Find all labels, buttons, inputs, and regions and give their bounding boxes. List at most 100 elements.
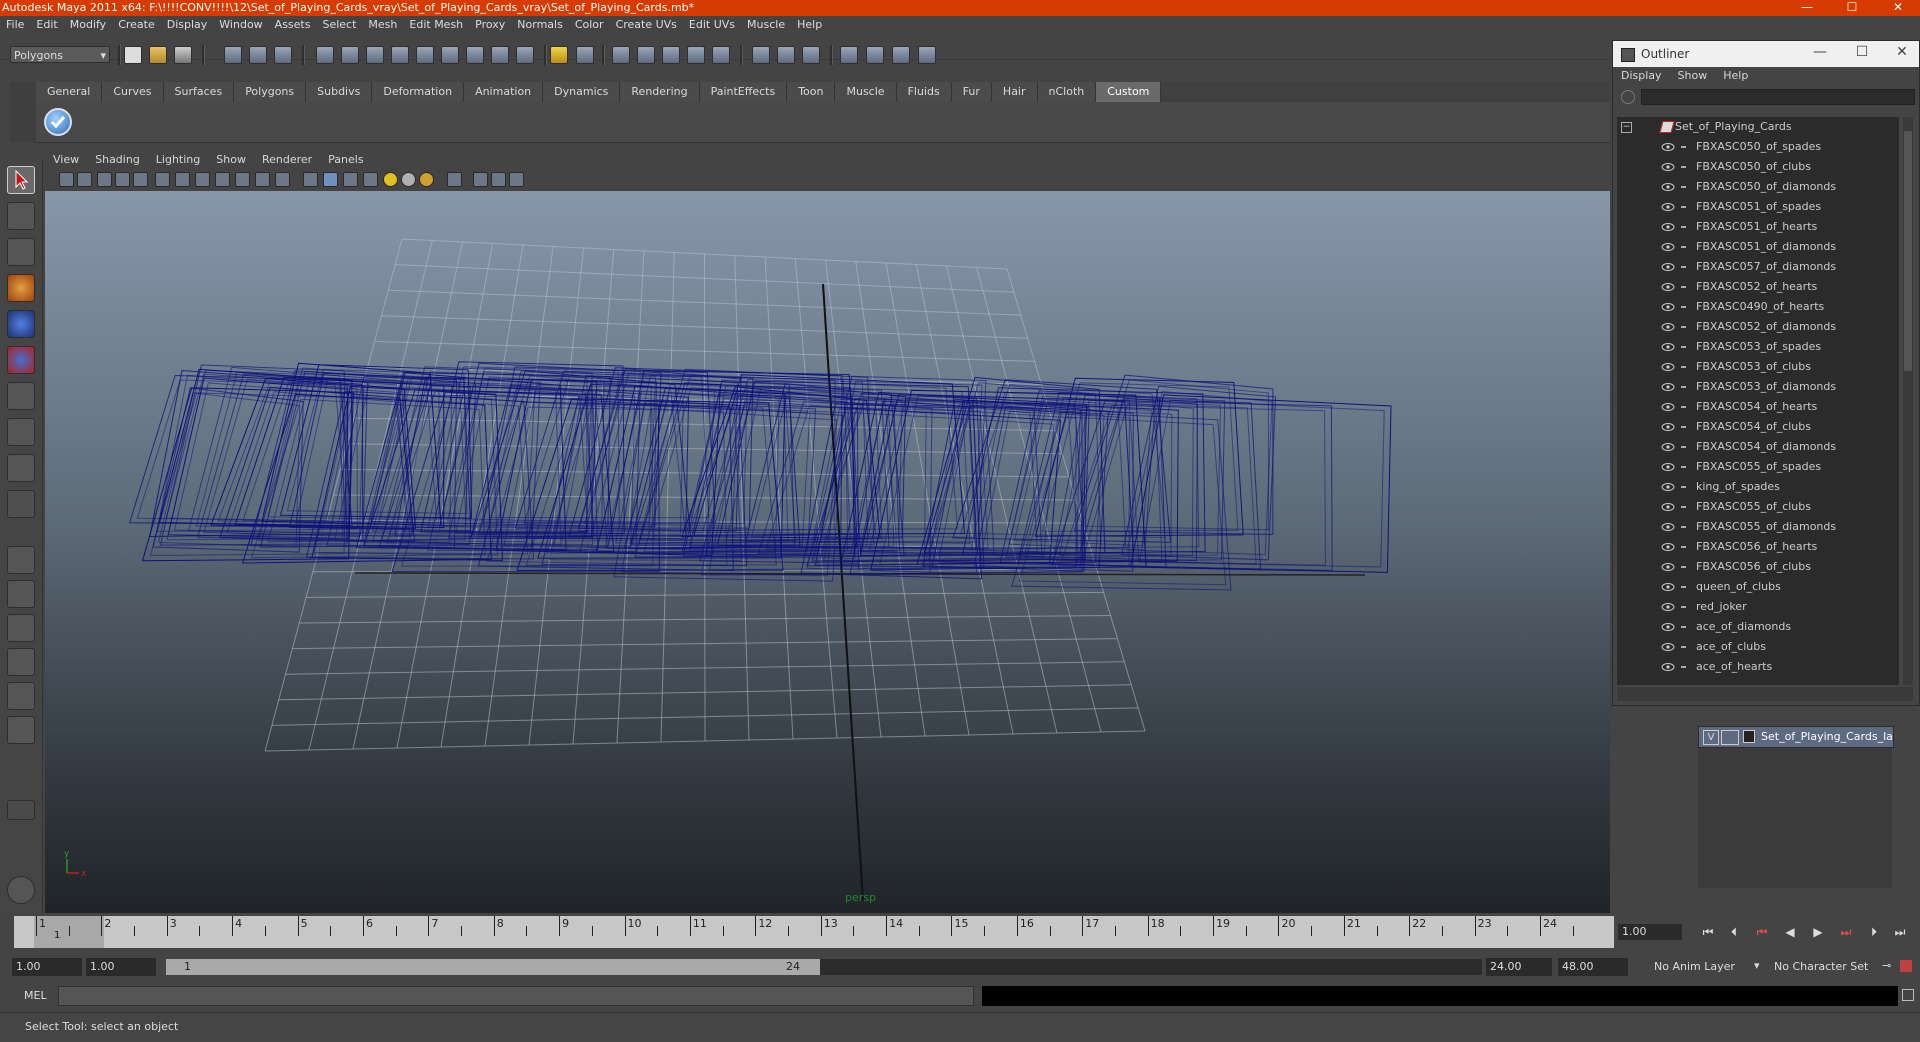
tab-subdivs[interactable]: Subdivs (306, 82, 373, 102)
end-time-field[interactable]: 48.00 (1558, 958, 1628, 976)
render-view-icon[interactable] (840, 46, 858, 64)
output-ops-icon[interactable] (777, 46, 795, 64)
tab-painteffects[interactable]: PaintEffects (699, 82, 788, 102)
menu-display[interactable]: Display (161, 16, 214, 33)
layer-color-icon[interactable] (1743, 730, 1755, 743)
textured-icon[interactable] (363, 172, 378, 187)
wireframe-on-shaded-icon[interactable] (343, 172, 358, 187)
collapse-icon[interactable]: − (1621, 122, 1632, 133)
menu-muscle[interactable]: Muscle (741, 16, 791, 33)
xray-icon[interactable] (473, 172, 488, 187)
tab-custom[interactable]: Custom (1096, 82, 1162, 102)
outliner-menu-show[interactable]: Show (1670, 67, 1716, 85)
play-forwards-icon[interactable]: ▶ (1808, 924, 1828, 940)
tree-item[interactable]: FBXASC055_of_clubs (1617, 497, 1899, 517)
outliner-maximize-button[interactable]: ☐ (1847, 44, 1877, 60)
2d-pan-zoom-icon[interactable] (133, 172, 148, 187)
tree-item[interactable]: FBXASC055_of_spades (1617, 457, 1899, 477)
new-scene-icon[interactable] (124, 46, 142, 64)
playback-end-field[interactable]: 24.00 (1486, 958, 1552, 976)
playback-start-field[interactable]: 1.00 (86, 958, 156, 976)
tab-toon[interactable]: Toon (787, 82, 836, 102)
make-live-icon[interactable] (712, 46, 730, 64)
shelf-side-menu[interactable] (10, 82, 36, 142)
input-ops-icon[interactable] (752, 46, 770, 64)
render-settings-icon[interactable] (918, 46, 936, 64)
anim-layer-selector[interactable]: No Anim Layer (1650, 958, 1750, 976)
tab-general[interactable]: General (36, 82, 103, 102)
current-time-field[interactable]: 1.00 (1618, 924, 1682, 940)
outliner-menu-display[interactable]: Display (1613, 67, 1670, 85)
tree-item[interactable]: FBXASC051_of_spades (1617, 197, 1899, 217)
outliner-search-input[interactable] (1641, 89, 1915, 105)
tree-item[interactable]: FBXASC050_of_diamonds (1617, 177, 1899, 197)
select-joints-icon[interactable] (366, 46, 384, 64)
universal-manipulator-icon[interactable] (7, 382, 35, 410)
go-to-start-icon[interactable]: ⏮ (1698, 924, 1718, 940)
hand-icon[interactable] (7, 876, 35, 904)
character-set-selector[interactable]: No Character Set (1770, 958, 1880, 976)
menu-create-uvs[interactable]: Create UVs (610, 16, 683, 33)
custom-layout-icon[interactable] (7, 716, 35, 744)
mode-selector[interactable]: Polygons ▾ (10, 46, 110, 63)
tab-dynamics[interactable]: Dynamics (543, 82, 621, 102)
outliner-vertical-scrollbar[interactable] (1903, 117, 1913, 685)
filter-icon[interactable] (1621, 90, 1635, 104)
select-object-icon[interactable] (249, 46, 267, 64)
key-icon[interactable]: ⊸ (1882, 959, 1891, 972)
hud-icon[interactable] (509, 172, 524, 187)
menu-color[interactable]: Color (569, 16, 610, 33)
command-input[interactable] (58, 986, 974, 1006)
snap-point-icon[interactable] (662, 46, 680, 64)
move-tool-icon[interactable] (7, 274, 35, 302)
tree-item[interactable]: queen_of_clubs (1617, 577, 1899, 597)
resolution-gate-icon[interactable] (195, 172, 210, 187)
maximize-button[interactable]: ☐ (1832, 0, 1872, 16)
wireframe-icon[interactable] (303, 172, 318, 187)
shadows-icon[interactable] (419, 172, 434, 187)
mask-icon[interactable] (316, 46, 334, 64)
four-view-layout-icon[interactable] (7, 580, 35, 608)
tab-deformation[interactable]: Deformation (372, 82, 465, 102)
tree-item[interactable]: FBXASC055_of_diamonds (1617, 517, 1899, 537)
gate-mask-icon[interactable] (215, 172, 230, 187)
menu-help[interactable]: Help (791, 16, 828, 33)
tree-item[interactable]: FBXASC053_of_clubs (1617, 357, 1899, 377)
ipr-render-icon[interactable] (892, 46, 910, 64)
menu-proxy[interactable]: Proxy (469, 16, 511, 33)
range-slider[interactable]: 1 24 (166, 959, 1482, 975)
grid-icon[interactable] (155, 172, 170, 187)
vp-menu-show[interactable]: Show (208, 151, 254, 169)
isolate-select-icon[interactable] (447, 172, 462, 187)
select-dynamics-icon[interactable] (466, 46, 484, 64)
select-deformations-icon[interactable] (441, 46, 459, 64)
tree-item[interactable]: FBXASC050_of_spades (1617, 137, 1899, 157)
layer-display-type-toggle[interactable] (1721, 730, 1739, 745)
camera-attributes-icon[interactable] (77, 172, 92, 187)
tree-item[interactable]: ace_of_clubs (1617, 637, 1899, 657)
menu-window[interactable]: Window (213, 16, 268, 33)
menu-edit-uvs[interactable]: Edit UVs (683, 16, 741, 33)
start-time-field[interactable]: 1.00 (12, 958, 82, 976)
step-back-frame-icon[interactable]: ⏴ (1724, 924, 1744, 940)
outliner-close-button[interactable]: ✕ (1887, 44, 1917, 60)
chevron-down-icon[interactable]: ▾ (1754, 959, 1760, 972)
tree-root[interactable]: − Set_of_Playing_Cards (1617, 117, 1899, 137)
menu-modify[interactable]: Modify (64, 16, 112, 33)
tab-hair[interactable]: Hair (991, 82, 1038, 102)
save-scene-icon[interactable] (174, 46, 192, 64)
step-forward-key-icon[interactable]: ⏭ (1836, 924, 1856, 940)
script-editor-icon[interactable] (1902, 989, 1914, 1001)
range-slider-handle[interactable]: 1 24 (166, 959, 820, 975)
tree-item[interactable]: red_joker (1617, 597, 1899, 617)
select-surfaces-icon[interactable] (416, 46, 434, 64)
tree-item[interactable]: FBXASC052_of_hearts (1617, 277, 1899, 297)
close-button[interactable]: ✕ (1878, 0, 1918, 16)
bookmark-icon[interactable] (97, 172, 112, 187)
menu-mesh[interactable]: Mesh (362, 16, 403, 33)
tab-surfaces[interactable]: Surfaces (163, 82, 235, 102)
select-curves-icon[interactable] (391, 46, 409, 64)
step-back-key-icon[interactable]: ⏮ (1752, 924, 1772, 940)
perspective-viewport[interactable]: y x persp (45, 191, 1610, 913)
auto-key-icon[interactable] (1900, 960, 1912, 972)
